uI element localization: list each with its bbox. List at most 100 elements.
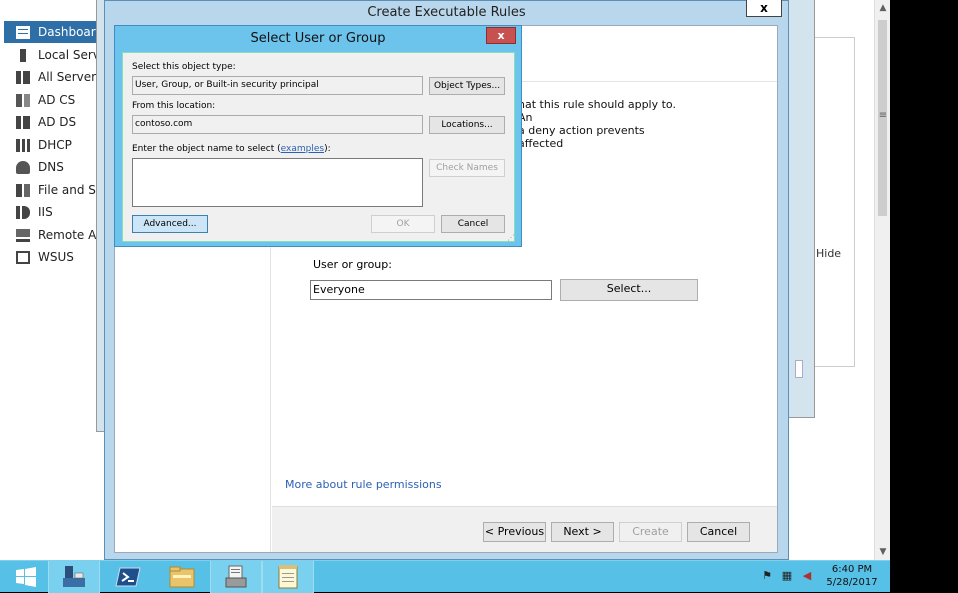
- wizard-cancel-button[interactable]: Cancel: [687, 522, 750, 542]
- dialog-close-button[interactable]: x: [486, 27, 516, 44]
- description-line: a deny action prevents affected: [518, 124, 645, 150]
- resize-grip-icon[interactable]: ⋰: [507, 233, 515, 242]
- background-control: [795, 360, 803, 378]
- sidebar-item-dns[interactable]: DNS: [4, 156, 100, 178]
- file-storage-icon: [16, 183, 30, 197]
- object-name-input[interactable]: [132, 158, 423, 207]
- wsus-icon: [16, 250, 30, 264]
- clock-time: 6:40 PM: [831, 564, 873, 575]
- background-window-frame: [789, 0, 815, 418]
- sidebar-item-ad-ds[interactable]: AD DS: [4, 111, 100, 133]
- dialog-client-area: Select this object type: User, Group, or…: [122, 52, 515, 242]
- taskbar-document-printer[interactable]: [210, 561, 262, 593]
- server-manager-icon: [63, 566, 85, 587]
- document-printer-icon: [225, 565, 247, 588]
- more-about-rule-permissions-link[interactable]: More about rule permissions: [285, 478, 442, 491]
- object-name-label: Enter the object name to select (example…: [132, 144, 331, 154]
- taskbar-server-manager[interactable]: [48, 561, 100, 593]
- sidebar-item-label: DNS: [38, 160, 64, 174]
- windows-logo-icon: [16, 567, 36, 587]
- create-button[interactable]: Create: [619, 522, 682, 542]
- folder-icon: [169, 566, 195, 588]
- wizard-footer: < Previous Next > Create Cancel: [272, 506, 777, 552]
- taskbar-file-explorer[interactable]: [156, 561, 208, 593]
- sidebar-item-ad-cs[interactable]: AD CS: [4, 89, 100, 111]
- location-field: contoso.com: [132, 115, 423, 134]
- notepad-icon: [278, 565, 298, 589]
- dialog-title: Select User or Group: [250, 31, 386, 46]
- sidebar-item-all-servers[interactable]: All Servers: [4, 66, 100, 88]
- description-line: hat this rule should apply to. An: [518, 98, 676, 124]
- close-icon: x: [760, 1, 768, 15]
- sidebar-item-label: Dashboard: [38, 25, 100, 39]
- powershell-icon: [115, 567, 141, 587]
- object-type-label: Select this object type:: [132, 62, 236, 72]
- sidebar-item-label: AD CS: [38, 93, 76, 107]
- close-icon: x: [497, 29, 505, 42]
- sidebar-item-dashboard[interactable]: Dashboard: [4, 21, 100, 43]
- taskbar-powershell[interactable]: [102, 561, 154, 593]
- sidebar-item-label: File and Sto: [38, 183, 100, 197]
- select-user-or-group-dialog: Select User or Group x Select this objec…: [114, 25, 522, 247]
- wizard-description: hat this rule should apply to. An a deny…: [518, 98, 678, 150]
- scroll-grip-icon: ≡: [878, 110, 888, 121]
- local-server-icon: [20, 48, 26, 62]
- dashboard-icon: [16, 25, 30, 39]
- remote-access-icon: [16, 228, 30, 242]
- taskbar-notepad[interactable]: [262, 561, 314, 593]
- hide-link[interactable]: Hide: [816, 247, 841, 260]
- sidebar-item-label: Remote Ac: [38, 228, 100, 242]
- close-button[interactable]: x: [746, 0, 782, 17]
- sidebar-item-local-server[interactable]: Local Serve: [4, 44, 100, 66]
- scroll-down-icon[interactable]: ▼: [875, 544, 891, 560]
- sidebar-item-label: DHCP: [38, 138, 72, 152]
- taskbar: ⚑ ▦ ◀ 6:40 PM 5/28/2017: [0, 560, 890, 593]
- volume-muted-icon[interactable]: ◀: [800, 569, 814, 583]
- flag-icon[interactable]: ⚑: [760, 569, 774, 583]
- object-name-label-suffix: ):: [324, 144, 331, 154]
- start-button[interactable]: [0, 561, 52, 593]
- sidebar-item-file-storage[interactable]: File and Sto: [4, 179, 100, 201]
- user-group-field[interactable]: Everyone: [310, 280, 552, 300]
- sidebar-item-wsus[interactable]: WSUS: [4, 246, 100, 268]
- all-servers-icon: [16, 70, 30, 84]
- clock-date: 5/28/2017: [826, 577, 878, 588]
- background-window-frame: [96, 0, 104, 432]
- ok-button[interactable]: OK: [371, 215, 435, 233]
- user-group-label: User or group:: [313, 258, 392, 271]
- select-user-button[interactable]: Select...: [560, 279, 698, 301]
- sidebar-item-label: WSUS: [38, 250, 74, 264]
- iis-icon: [16, 205, 30, 219]
- ad-ds-icon: [16, 115, 30, 129]
- desktop: Dashboard Local Serve All Servers AD CS …: [0, 0, 958, 560]
- sidebar-item-label: Local Serve: [38, 48, 100, 62]
- object-name-label-prefix: Enter the object name to select (: [132, 144, 281, 154]
- system-clock[interactable]: 6:40 PM 5/28/2017: [818, 563, 886, 589]
- scroll-up-icon[interactable]: ▲: [875, 0, 891, 16]
- advanced-button[interactable]: Advanced...: [132, 215, 208, 233]
- offscreen-area: [890, 560, 958, 592]
- sidebar-item-label: AD DS: [38, 115, 77, 129]
- location-label: From this location:: [132, 101, 216, 111]
- sidebar-item-label: All Servers: [38, 70, 100, 84]
- dhcp-icon: [16, 138, 30, 152]
- sidebar-item-label: IIS: [38, 205, 53, 219]
- object-type-field: User, Group, or Built-in security princi…: [132, 76, 423, 95]
- examples-link[interactable]: examples: [281, 144, 324, 154]
- locations-button[interactable]: Locations...: [429, 116, 505, 134]
- check-names-button[interactable]: Check Names: [429, 159, 505, 177]
- previous-button[interactable]: < Previous: [483, 522, 546, 542]
- dns-icon: [16, 160, 30, 174]
- object-types-button[interactable]: Object Types...: [429, 77, 505, 95]
- vertical-scrollbar[interactable]: ▲ ≡ ▼: [874, 0, 890, 560]
- offscreen-area: [890, 0, 958, 560]
- sidebar-item-iis[interactable]: IIS: [4, 201, 100, 223]
- server-manager-sidebar: Dashboard Local Serve All Servers AD CS …: [4, 21, 100, 560]
- sidebar-item-dhcp[interactable]: DHCP: [4, 134, 100, 156]
- sidebar-item-remote-access[interactable]: Remote Ac: [4, 224, 100, 246]
- window-title: Create Executable Rules: [367, 5, 526, 20]
- dialog-cancel-button[interactable]: Cancel: [441, 215, 505, 233]
- next-button[interactable]: Next >: [551, 522, 614, 542]
- ad-cs-icon: [16, 93, 30, 107]
- network-icon[interactable]: ▦: [780, 569, 794, 583]
